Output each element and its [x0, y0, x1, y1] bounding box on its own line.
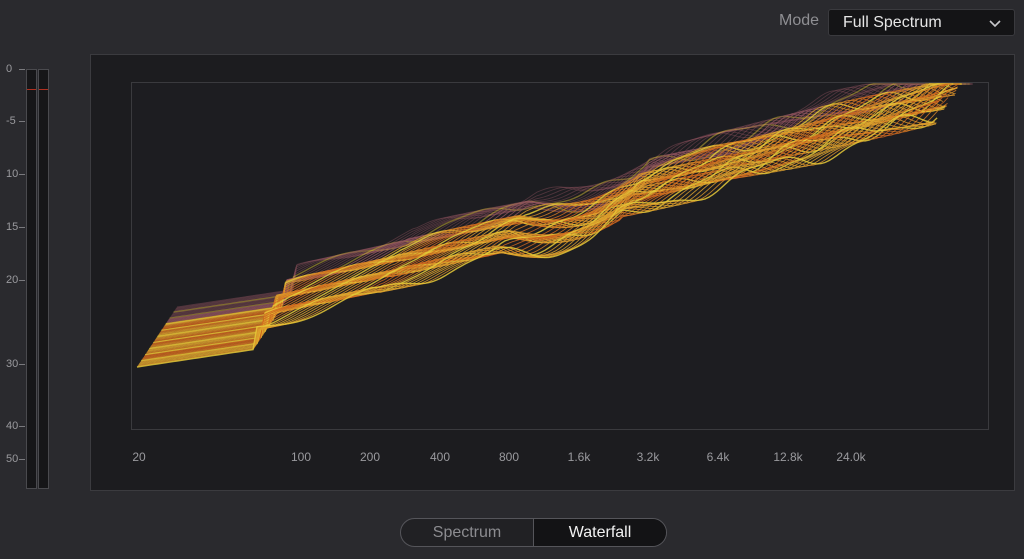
waterfall-trace [168, 83, 965, 321]
mode-dropdown[interactable]: Full Spectrum [828, 9, 1015, 36]
meter-scale-label: -5 [6, 115, 16, 127]
meter-scale-label: 30 [6, 358, 19, 370]
meter-channel-left [26, 69, 37, 489]
meter-scale-tick [19, 121, 25, 122]
meter-scale-label: 10 [6, 168, 19, 180]
meter-scale-tick [19, 280, 25, 281]
view-toggle: Spectrum Waterfall [400, 518, 667, 547]
meter-scale-tick [19, 174, 25, 175]
meter-scale-label: 0 [6, 63, 13, 75]
frequency-tick-label: 12.8k [773, 450, 803, 464]
meter-peak-right [39, 89, 48, 90]
frequency-tick-label: 800 [498, 450, 520, 464]
mode-label: Mode [779, 12, 820, 29]
meter-scale-tick [19, 364, 25, 365]
meter-scale-label: 15 [6, 221, 19, 233]
meter-channel-right [38, 69, 49, 489]
meter-scale-tick [19, 69, 25, 70]
meter-scale: 0 -5 10 15 20 30 40 50 [0, 60, 26, 490]
frequency-tick-label: 3.2k [636, 450, 660, 464]
waterfall-display [136, 83, 973, 368]
tab-waterfall[interactable]: Waterfall [534, 519, 666, 546]
frequency-tick-label: 6.4k [706, 450, 730, 464]
meter-scale-label: 50 [6, 453, 19, 465]
meter-scale-tick [19, 227, 25, 228]
chevron-down-icon [989, 20, 1001, 28]
frequency-tick-label: 1.6k [567, 450, 591, 464]
frequency-tick-label: 200 [359, 450, 381, 464]
meter-scale-tick [19, 459, 25, 460]
waterfall-panel: 20 100 200 400 800 1.6k 3.2k 6.4k 12.8k 24.0k [90, 54, 1015, 491]
frequency-tick-label: 100 [290, 450, 312, 464]
meter-peak-left [27, 89, 36, 90]
frequency-tick-label: 400 [429, 450, 451, 464]
tab-spectrum[interactable]: Spectrum [401, 519, 534, 546]
meter-scale-tick [19, 426, 25, 427]
meter-scale-label: 40 [6, 420, 19, 432]
frequency-tick-label: 24.0k [836, 450, 866, 464]
meter-scale-label: 20 [6, 274, 19, 286]
mode-dropdown-value: Full Spectrum [843, 14, 942, 31]
frequency-tick-label: 20 [132, 450, 146, 464]
